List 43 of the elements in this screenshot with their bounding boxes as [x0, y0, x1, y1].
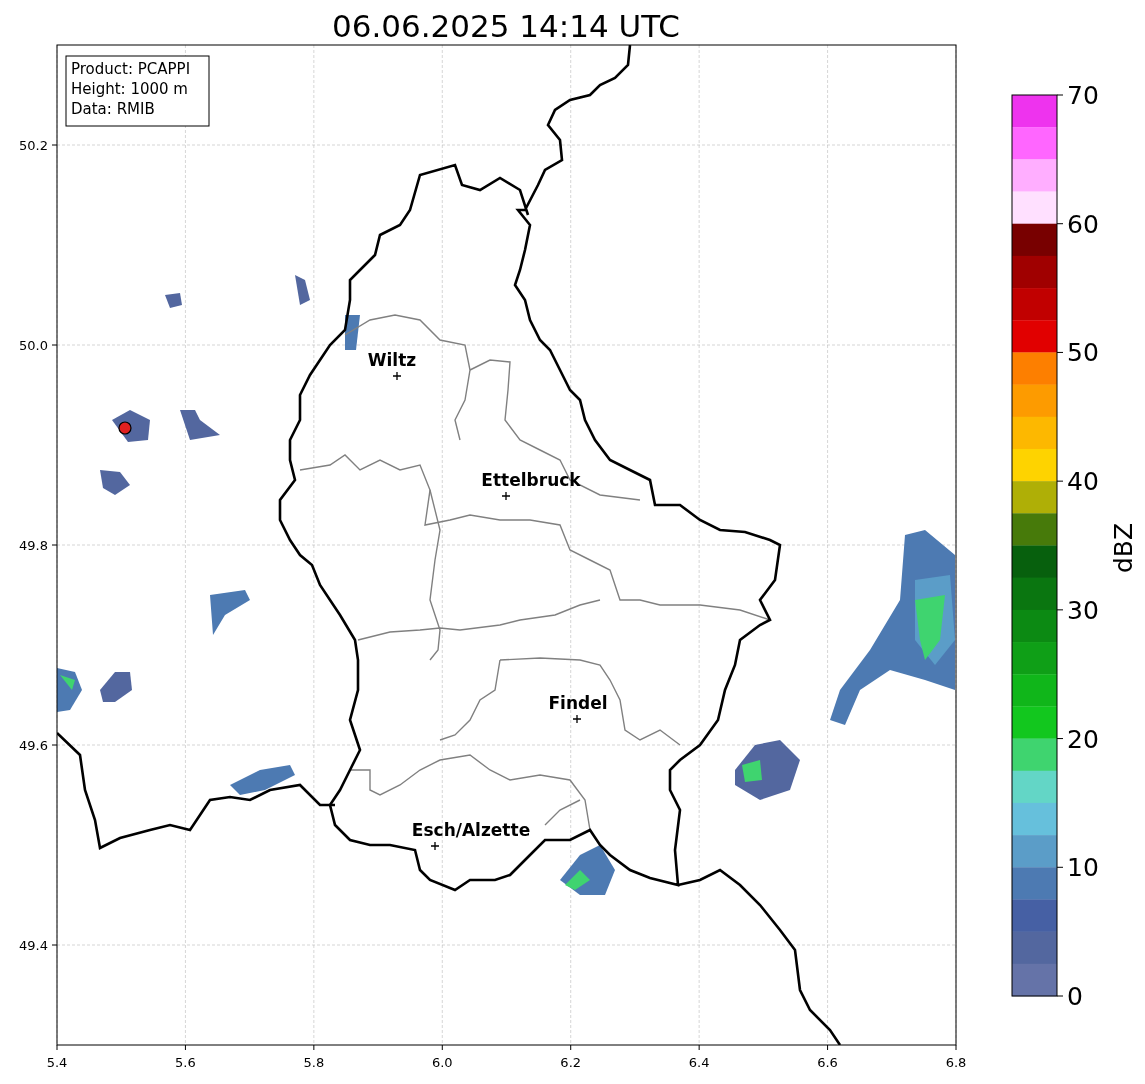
colorbar-tick-label: 60 [1067, 209, 1099, 239]
radar-echo [230, 765, 295, 795]
radar-echo [100, 672, 132, 702]
radar-echo [345, 315, 360, 350]
colorbar-tick-label: 20 [1067, 724, 1099, 754]
city-label: Esch/Alzette [411, 820, 531, 840]
colorbar-tick-label: 0 [1067, 982, 1083, 1011]
axis-tick-label: 5.8 [303, 1055, 325, 1070]
axis-tick-label: 49.6 [19, 738, 48, 753]
axis-tick-label: 5.6 [175, 1055, 196, 1070]
axis-tick-label: 50.0 [19, 338, 48, 353]
colorbar-label: dBZ [1109, 522, 1138, 574]
radar-echo [295, 275, 310, 305]
colorbar-tick-label: 10 [1067, 853, 1099, 883]
axis-tick-label: 6.0 [431, 1055, 453, 1070]
radar-echo [100, 470, 130, 495]
city-marker-icon [430, 841, 440, 851]
city-label: Ettelbruck [481, 470, 581, 490]
colorbar-tick-label: 70 [1067, 81, 1099, 110]
radar-echo [180, 410, 220, 440]
radar-site-marker [118, 421, 132, 435]
info-text: Height: 1000 m [71, 80, 188, 98]
axis-tick-label: 50.2 [19, 138, 48, 153]
axis-tick-label: 6.2 [560, 1055, 582, 1070]
colorbar-tick-label: 50 [1067, 338, 1099, 368]
city-marker-icon [572, 714, 582, 724]
info-text: Product: PCAPPI [71, 60, 191, 78]
info-text: Data: RMIB [71, 100, 155, 118]
axis-tick-label: 6.8 [945, 1055, 967, 1070]
city-label: Findel [548, 693, 608, 713]
radar-echo [165, 293, 182, 308]
axis-tick-label: 49.4 [19, 938, 48, 953]
radar-echo [210, 590, 250, 635]
chart-title: 06.06.2025 14:14 UTC [332, 8, 680, 44]
city-label: Wiltz [367, 350, 417, 370]
city-marker-icon [501, 491, 511, 501]
axis-tick-label: 5.4 [46, 1055, 68, 1070]
axis-tick-label: 6.4 [688, 1055, 710, 1070]
axis-tick-label: 49.8 [19, 538, 48, 553]
colorbar-tick-label: 40 [1067, 467, 1099, 497]
city-marker-icon [392, 371, 402, 381]
colorbar-tick-label: 30 [1067, 595, 1099, 625]
axis-tick-label: 6.6 [817, 1055, 838, 1070]
